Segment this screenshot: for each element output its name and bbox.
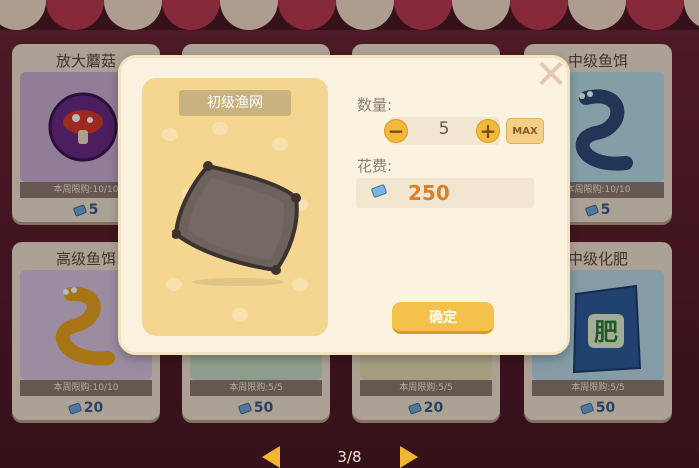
cost-label: 花费: <box>357 157 393 175</box>
item-preview-panel: 初级渔网 <box>142 78 328 336</box>
quantity-label: 数量: <box>357 96 393 114</box>
fishing-net-icon <box>172 161 301 286</box>
quantity-value[interactable]: 5 <box>420 119 468 139</box>
minus-button[interactable]: − <box>384 119 408 143</box>
next-page-arrow-icon[interactable] <box>400 446 418 468</box>
page-indicator: 3/8 <box>337 448 362 466</box>
close-icon[interactable]: ✕ <box>534 55 568 95</box>
confirm-button[interactable]: 确定 <box>392 302 494 334</box>
cost-value: 250 <box>408 181 450 205</box>
plus-button[interactable]: + <box>476 119 500 143</box>
max-button[interactable]: MAX <box>506 118 544 144</box>
item-name: 初级渔网 <box>179 90 291 116</box>
